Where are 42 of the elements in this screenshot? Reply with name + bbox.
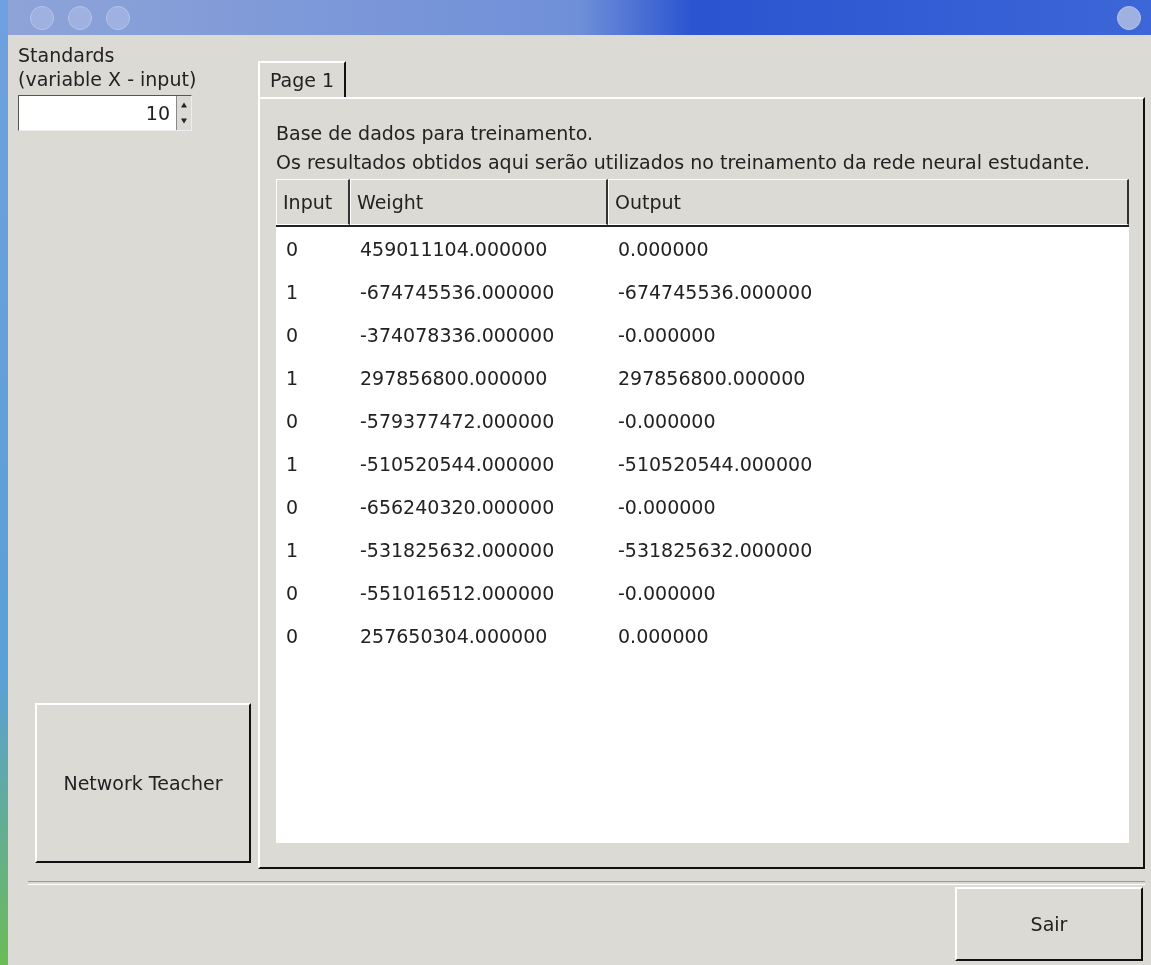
table-cell: 1 xyxy=(286,366,299,389)
field-label: Standards xyxy=(18,43,116,68)
table-cell: 0 xyxy=(286,624,299,647)
table-cell: 1 xyxy=(286,452,299,475)
table-cell: -510520544.000000 xyxy=(360,452,555,475)
table-cell: -510520544.000000 xyxy=(618,452,813,475)
field-label: (variable X - input) xyxy=(18,67,198,92)
table-cell: 0 xyxy=(286,495,299,518)
table-cell: 1 xyxy=(286,280,299,303)
table-cell: 1 xyxy=(286,538,299,561)
table-cell: -374078336.000000 xyxy=(360,323,555,346)
spin-box[interactable]: 10 xyxy=(18,95,192,132)
column-header[interactable]: Input xyxy=(276,179,350,226)
table-cell: -531825632.000000 xyxy=(360,538,555,561)
table-cell: -0.000000 xyxy=(618,323,716,346)
table-cell: -674745536.000000 xyxy=(360,280,555,303)
table-cell: 0 xyxy=(286,323,299,346)
column-header[interactable]: Weight xyxy=(350,179,608,226)
table-cell: 257650304.000000 xyxy=(360,624,548,647)
table-cell: -0.000000 xyxy=(618,581,716,604)
table-cell: 0.000000 xyxy=(618,237,709,260)
table-cell: -656240320.000000 xyxy=(360,495,555,518)
table-cell: -0.000000 xyxy=(618,495,716,518)
table-cell: 0 xyxy=(286,237,299,260)
table-cell: 297856800.000000 xyxy=(618,366,806,389)
table-cell: 0 xyxy=(286,581,299,604)
table-cell: 0 xyxy=(286,409,299,432)
window-button-icon[interactable] xyxy=(1117,5,1141,30)
tab[interactable]: Page 1 xyxy=(258,61,347,98)
column-header[interactable]: Output xyxy=(608,179,1129,226)
table-cell: -579377472.000000 xyxy=(360,409,555,432)
exit-button[interactable]: Sair xyxy=(955,887,1143,961)
table-cell: 0.000000 xyxy=(618,624,709,647)
table-cell: 459011104.000000 xyxy=(360,237,548,260)
table-cell: -0.000000 xyxy=(618,409,716,432)
table-cell: -551016512.000000 xyxy=(360,581,555,604)
table-cell: 297856800.000000 xyxy=(360,366,548,389)
table-cell: -531825632.000000 xyxy=(618,538,813,561)
network-teacher-button[interactable]: Network Teacher xyxy=(35,703,251,864)
description-text: Base de dados para treinamento. Os resultados obtidos aqui serão utilizados no treinamento da rede neural estudante. xyxy=(276,121,1091,176)
table-cell: -674745536.000000 xyxy=(618,280,813,303)
window-button-icon[interactable] xyxy=(106,5,130,30)
